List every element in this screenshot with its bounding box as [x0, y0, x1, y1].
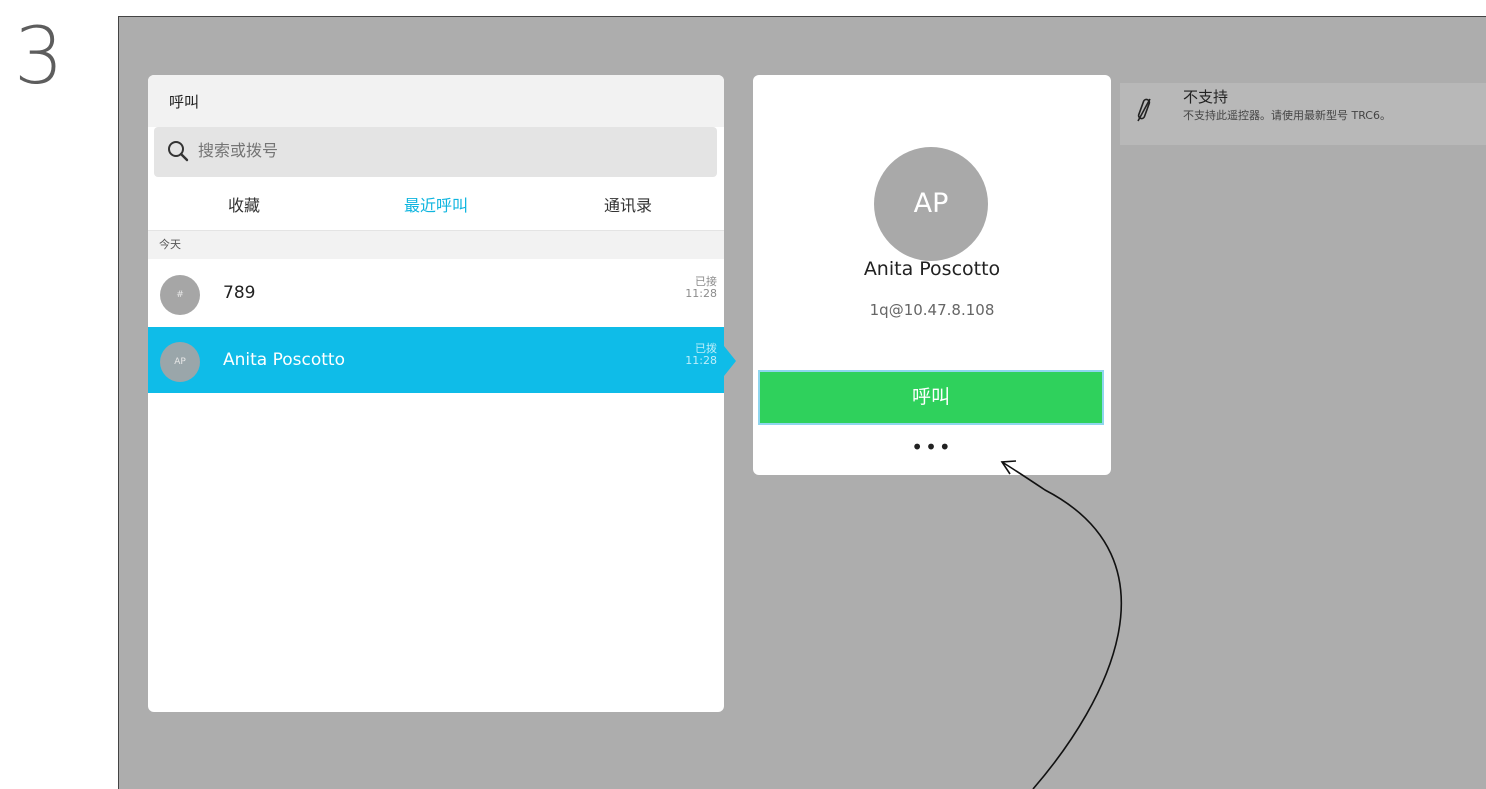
step-number: 3 — [14, 12, 64, 102]
avatar: AP — [874, 147, 988, 261]
call-panel: 呼叫 收藏 最近呼叫 通讯录 今天 # 789 已接 11:28 AP Anit — [148, 75, 724, 712]
panel-title: 呼叫 — [169, 93, 200, 111]
contact-name: Anita Poscotto — [863, 258, 1001, 280]
list-item[interactable]: # 789 已接 11:28 — [148, 260, 724, 326]
selection-pointer — [724, 346, 736, 376]
call-button[interactable]: 呼叫 — [758, 370, 1104, 425]
call-time: 11:28 — [685, 354, 717, 367]
search-input[interactable] — [198, 141, 678, 160]
call-meta: 已拨 11:28 — [685, 343, 717, 367]
call-meta: 已接 11:28 — [685, 276, 717, 300]
device-screen: 呼叫 收藏 最近呼叫 通讯录 今天 # 789 已接 11:28 AP Anit — [118, 16, 1486, 789]
avatar: # — [160, 275, 200, 315]
contact-name: Anita Poscotto — [223, 350, 345, 370]
notification-banner: 不支持 不支持此遥控器。请使用最新型号 TRC6。 — [1120, 83, 1486, 145]
contact-detail-card: AP Anita Poscotto 1q@10.47.8.108 呼叫 ••• — [753, 75, 1111, 475]
notification-title: 不支持 — [1183, 88, 1229, 106]
contact-address: 1q@10.47.8.108 — [869, 301, 995, 319]
tab-bar: 收藏 最近呼叫 通讯录 — [148, 182, 724, 231]
remote-unsupported-icon — [1137, 98, 1151, 122]
avatar: AP — [160, 342, 200, 382]
search-icon — [168, 141, 189, 162]
list-item-selected[interactable]: AP Anita Poscotto 已拨 11:28 — [148, 327, 724, 393]
search-box[interactable] — [154, 127, 717, 177]
tab-favorites[interactable]: 收藏 — [148, 182, 340, 230]
notification-text: 不支持此遥控器。请使用最新型号 TRC6。 — [1183, 109, 1391, 122]
call-panel-header: 呼叫 — [148, 75, 724, 127]
tab-recent-calls[interactable]: 最近呼叫 — [340, 182, 532, 230]
contact-name: 789 — [223, 283, 256, 303]
tab-directory[interactable]: 通讯录 — [532, 182, 724, 230]
more-options-button[interactable]: ••• — [753, 437, 1111, 457]
call-time: 11:28 — [685, 287, 717, 300]
section-label-today: 今天 — [148, 231, 724, 259]
